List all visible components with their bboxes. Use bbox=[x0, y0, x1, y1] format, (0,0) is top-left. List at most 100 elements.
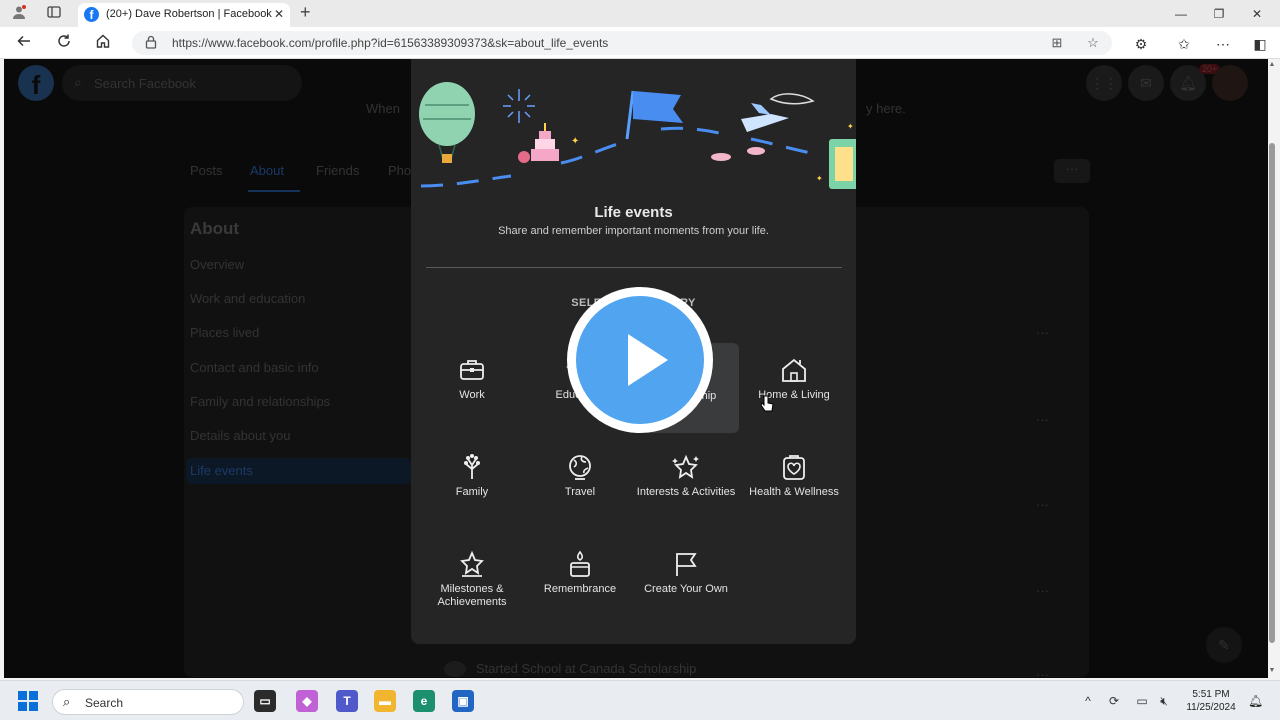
minimize-icon[interactable]: — bbox=[1166, 4, 1196, 24]
row-options-icon[interactable]: ··· bbox=[1036, 667, 1049, 678]
page-scrollbar[interactable]: ▲ ▼ bbox=[1268, 59, 1276, 678]
messenger-icon[interactable]: ✉ bbox=[1128, 65, 1164, 101]
facebook-search[interactable]: ⌕ Search Facebook bbox=[62, 65, 302, 101]
taskbar-search-placeholder: Search bbox=[85, 696, 124, 710]
scroll-down-icon[interactable]: ▼ bbox=[1268, 667, 1276, 674]
about-nav-overview[interactable]: Overview bbox=[190, 257, 244, 272]
briefcase-icon bbox=[460, 360, 484, 380]
about-nav-work-education[interactable]: Work and education bbox=[190, 291, 305, 306]
category-interests-activities[interactable]: Interests & Activities bbox=[633, 439, 739, 529]
category-health-wellness[interactable]: Health & Wellness bbox=[741, 439, 847, 529]
candle-icon bbox=[570, 550, 590, 577]
home-icon[interactable] bbox=[92, 33, 114, 55]
clock-time: 5:51 PM bbox=[1192, 689, 1230, 700]
star-trophy-icon bbox=[460, 550, 484, 577]
new-tab-icon[interactable]: + bbox=[300, 2, 311, 23]
category-label: Work bbox=[459, 389, 485, 401]
taskbar-clock[interactable]: 5:51 PM 11/25/2024 bbox=[1180, 688, 1242, 714]
tab-posts[interactable]: Posts bbox=[190, 163, 223, 178]
tab-close-icon[interactable]: ✕ bbox=[274, 7, 284, 21]
browser-tab-bar: f (20+) Dave Robertson | Facebook ✕ + — … bbox=[0, 0, 1280, 27]
teams-icon[interactable]: T bbox=[336, 690, 358, 712]
category-label: Home & Living bbox=[758, 389, 830, 401]
life-event-text: Started School at Canada Scholarship bbox=[476, 661, 697, 676]
svg-text:✦: ✦ bbox=[571, 136, 579, 147]
life-events-illustration: ✦ ✦ ✦ bbox=[419, 82, 856, 189]
facebook-logo[interactable]: f bbox=[18, 65, 54, 101]
category-label: Travel bbox=[564, 486, 596, 498]
category-milestones-achievements[interactable]: Milestones & Achievements bbox=[419, 536, 525, 626]
menu-grid-icon[interactable]: ⋮⋮ bbox=[1086, 65, 1122, 101]
dialog-subtitle: Share and remember important moments fro… bbox=[498, 225, 769, 237]
facebook-favicon-icon: f bbox=[84, 7, 99, 22]
profile-more-button[interactable]: ··· bbox=[1054, 159, 1090, 183]
about-nav-life-events[interactable]: Life events bbox=[186, 458, 411, 484]
tab-friends[interactable]: Friends bbox=[316, 163, 359, 178]
new-message-icon[interactable]: ✎ bbox=[1206, 627, 1242, 663]
about-nav-details[interactable]: Details about you bbox=[190, 428, 290, 443]
window-close-icon[interactable]: ✕ bbox=[1242, 4, 1272, 24]
scroll-thumb[interactable] bbox=[1269, 143, 1275, 643]
category-label: Family bbox=[455, 486, 489, 498]
category-label: Milestones & Achievements bbox=[437, 583, 507, 608]
category-work[interactable]: Work bbox=[419, 342, 525, 432]
category-home-living[interactable]: Home & Living bbox=[741, 342, 847, 432]
school-icon bbox=[444, 661, 466, 677]
svg-text:✦: ✦ bbox=[847, 122, 854, 131]
category-create-your-own[interactable]: Create Your Own bbox=[633, 536, 739, 626]
dialog-divider bbox=[426, 267, 842, 268]
sidebar-icon[interactable]: ◧ bbox=[1249, 33, 1271, 55]
show-hidden-icons-icon[interactable]: ^ bbox=[1080, 693, 1096, 709]
about-nav-family[interactable]: Family and relationships bbox=[190, 394, 330, 409]
refresh-icon[interactable] bbox=[53, 33, 75, 55]
row-options-icon[interactable]: ··· bbox=[1036, 325, 1049, 340]
tab-photos[interactable]: Pho bbox=[388, 163, 411, 178]
category-travel[interactable]: Travel bbox=[527, 439, 633, 529]
about-nav-places-lived[interactable]: Places lived bbox=[190, 325, 259, 340]
category-label: Interests & Activities bbox=[636, 486, 736, 498]
copilot-icon[interactable]: ◆ bbox=[296, 690, 318, 712]
app-available-icon[interactable]: ⊞ bbox=[1048, 34, 1066, 52]
tab-title: (20+) Dave Robertson | Facebook bbox=[106, 8, 272, 20]
house-icon bbox=[782, 358, 806, 382]
play-icon bbox=[628, 334, 668, 386]
browser-tab-active[interactable]: f (20+) Dave Robertson | Facebook ✕ bbox=[78, 3, 290, 27]
profile-avatar[interactable] bbox=[1212, 65, 1248, 101]
settings-more-icon[interactable]: ⋯ bbox=[1212, 33, 1234, 55]
file-explorer-icon[interactable]: ▬ bbox=[374, 690, 396, 712]
category-family[interactable]: Family bbox=[419, 439, 525, 529]
active-tab-indicator bbox=[248, 190, 300, 192]
row-options-icon[interactable]: ··· bbox=[1036, 497, 1049, 512]
favorite-star-icon[interactable]: ☆ bbox=[1084, 34, 1102, 52]
about-nav-contact-info[interactable]: Contact and basic info bbox=[190, 360, 319, 375]
favorites-icon[interactable]: ✩ bbox=[1173, 33, 1195, 55]
heart-clipboard-icon bbox=[783, 455, 805, 480]
volume-muted-icon[interactable]: 🔇︎ bbox=[1156, 693, 1172, 709]
address-bar[interactable]: https://www.facebook.com/profile.php?id=… bbox=[132, 31, 1112, 55]
windows-start-icon[interactable] bbox=[18, 691, 38, 711]
row-options-icon[interactable]: ··· bbox=[1036, 583, 1049, 598]
dialog-title: Life events bbox=[594, 204, 673, 221]
browser-toolbar: https://www.facebook.com/profile.php?id=… bbox=[0, 27, 1280, 59]
back-icon[interactable] bbox=[13, 33, 35, 55]
store-icon[interactable]: ▣ bbox=[452, 690, 474, 712]
tab-actions-icon[interactable] bbox=[44, 4, 64, 24]
profile-icon[interactable] bbox=[9, 4, 29, 24]
restore-icon[interactable]: ❐ bbox=[1204, 4, 1234, 24]
sync-icon[interactable]: ⟳ bbox=[1106, 693, 1122, 709]
scroll-up-icon[interactable]: ▲ bbox=[1268, 61, 1276, 68]
lock-icon[interactable] bbox=[144, 35, 158, 51]
row-options-icon[interactable]: ··· bbox=[1036, 412, 1049, 427]
task-view-icon[interactable]: ▭ bbox=[254, 690, 276, 712]
category-label: Create Your Own bbox=[644, 583, 728, 595]
globe-icon bbox=[569, 455, 591, 480]
edge-icon[interactable]: e bbox=[413, 690, 435, 712]
taskbar-search[interactable]: ⌕ Search bbox=[52, 689, 244, 715]
category-remembrance[interactable]: Remembrance bbox=[527, 536, 633, 626]
notification-bell-icon[interactable]: 🔔︎ bbox=[1248, 694, 1263, 708]
extensions-icon[interactable]: ⚙ bbox=[1130, 33, 1152, 55]
video-play-button[interactable] bbox=[567, 287, 713, 433]
tab-about[interactable]: About bbox=[250, 163, 284, 178]
url-text: https://www.facebook.com/profile.php?id=… bbox=[172, 36, 609, 50]
display-icon[interactable]: ▭ bbox=[1134, 693, 1150, 709]
